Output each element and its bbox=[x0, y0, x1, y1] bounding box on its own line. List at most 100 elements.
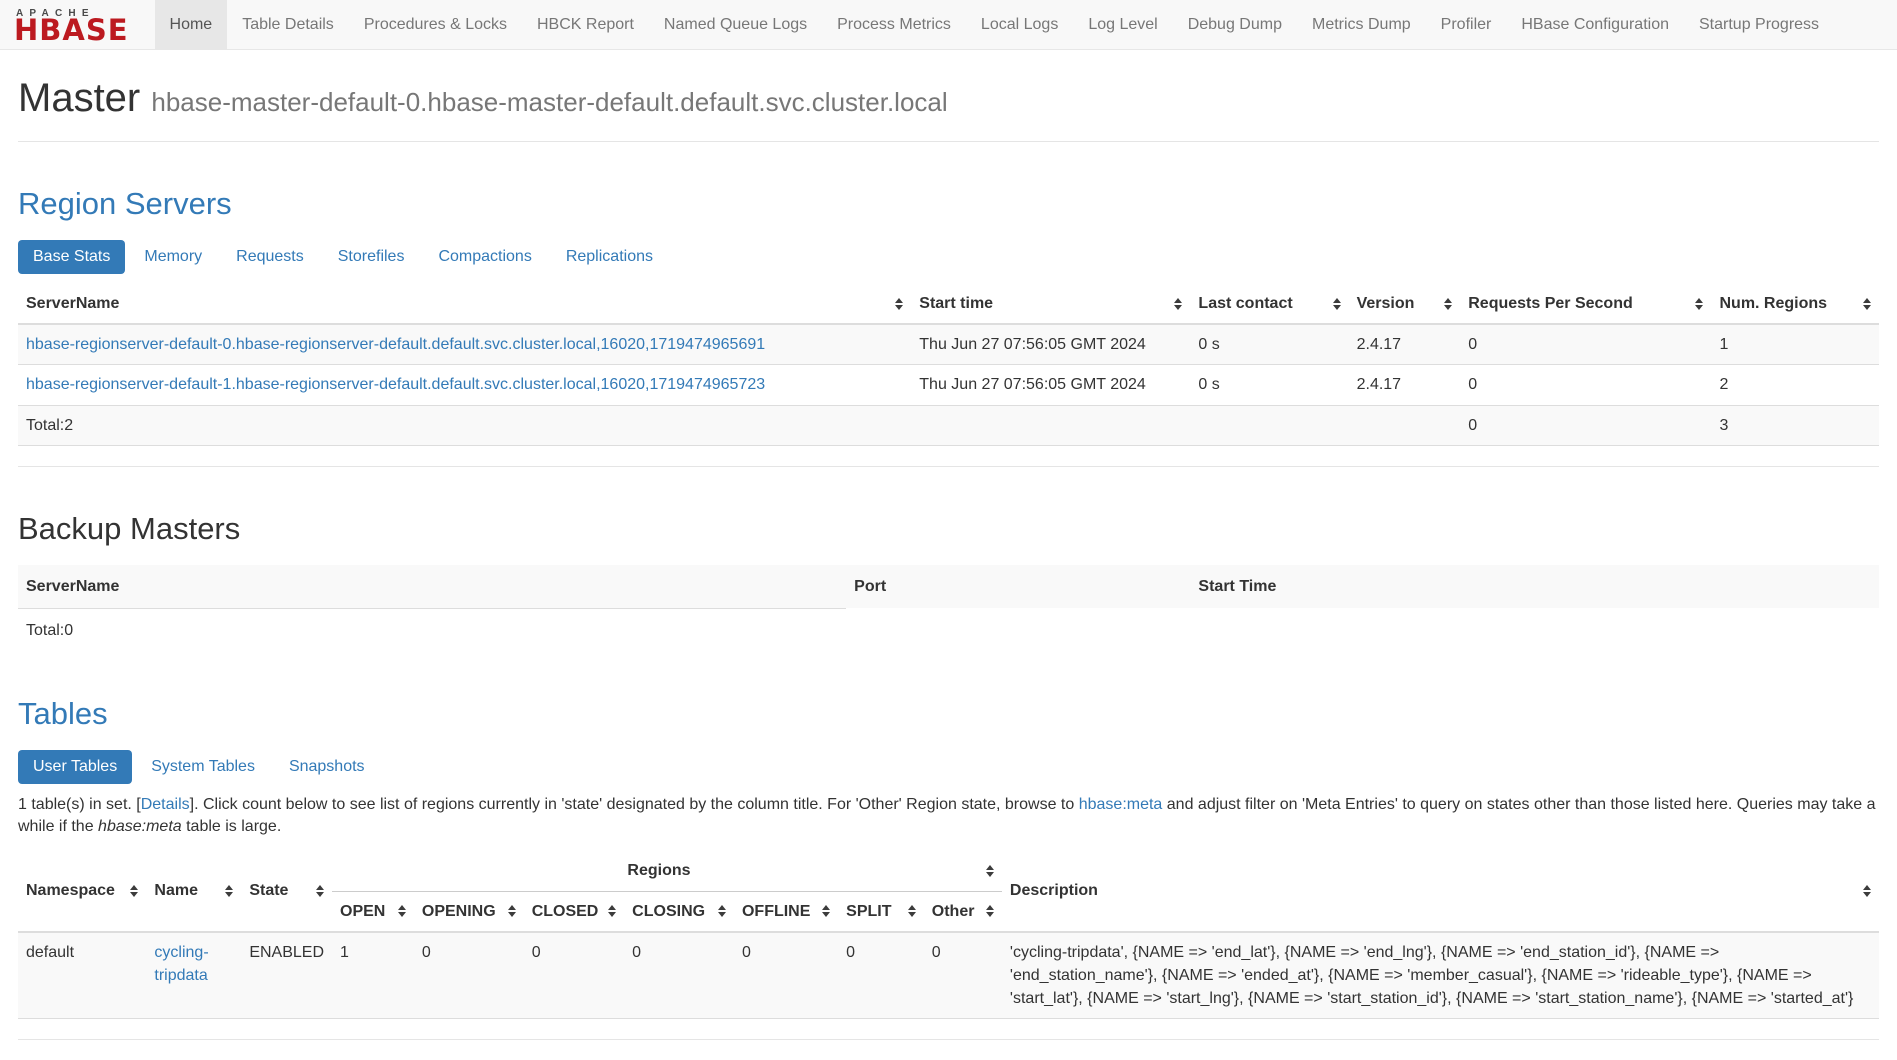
backup-masters-table: ServerName Port Start Time Total:0 bbox=[18, 565, 1879, 652]
tab-memory[interactable]: Memory bbox=[129, 240, 217, 274]
nav-item-home[interactable]: Home bbox=[155, 0, 228, 49]
nav-item-procedures-locks[interactable]: Procedures & Locks bbox=[349, 0, 522, 49]
namespace-cell: default bbox=[18, 932, 146, 1019]
nav-item-hbase-configuration[interactable]: HBase Configuration bbox=[1506, 0, 1684, 49]
tab-system-tables[interactable]: System Tables bbox=[136, 750, 270, 784]
sort-icon[interactable] bbox=[1863, 298, 1871, 310]
requests-per-second-cell: 0 bbox=[1460, 324, 1711, 365]
sort-icon[interactable] bbox=[986, 865, 994, 877]
start-time-cell: Thu Jun 27 07:56:05 GMT 2024 bbox=[911, 324, 1190, 365]
col-state[interactable]: State bbox=[241, 851, 332, 931]
sort-icon[interactable] bbox=[1333, 298, 1341, 310]
offline-count-cell: 0 bbox=[734, 932, 838, 1019]
col-requests-per-second[interactable]: Requests Per Second bbox=[1460, 284, 1711, 324]
table-row: hbase-regionserver-default-0.hbase-regio… bbox=[18, 324, 1879, 365]
servername-cell: hbase-regionserver-default-1.hbase-regio… bbox=[18, 365, 911, 405]
version-cell: 2.4.17 bbox=[1349, 365, 1461, 405]
requests-per-second-cell: 0 bbox=[1460, 365, 1711, 405]
open-count[interactable]: 1 bbox=[340, 944, 349, 961]
col-start-time[interactable]: Start time bbox=[911, 284, 1190, 324]
tab-compactions[interactable]: Compactions bbox=[423, 240, 546, 274]
col-name[interactable]: Name bbox=[146, 851, 241, 931]
regionserver-link[interactable]: hbase-regionserver-default-1.hbase-regio… bbox=[26, 376, 765, 393]
sort-icon[interactable] bbox=[1174, 298, 1182, 310]
col-description[interactable]: Description bbox=[1002, 851, 1879, 931]
user-tables-table: Namespace Name State Regions Description… bbox=[18, 851, 1879, 1019]
total-requests-per-second: 0 bbox=[1460, 405, 1711, 445]
sort-icon[interactable] bbox=[718, 905, 726, 917]
table-row: default cycling-tripdata ENABLED 1 0 0 0… bbox=[18, 932, 1879, 1019]
sort-icon[interactable] bbox=[508, 905, 516, 917]
hbase-meta-link[interactable]: hbase:meta bbox=[1079, 796, 1163, 813]
description-cell: 'cycling-tripdata', {NAME => 'end_lat'},… bbox=[1002, 932, 1879, 1019]
sort-icon[interactable] bbox=[608, 905, 616, 917]
version-cell: 2.4.17 bbox=[1349, 324, 1461, 365]
nav-item-process-metrics[interactable]: Process Metrics bbox=[822, 0, 966, 49]
sort-icon[interactable] bbox=[1863, 885, 1871, 897]
col-start-time: Start Time bbox=[1190, 565, 1879, 609]
tables-note: 1 table(s) in set. [Details]. Click coun… bbox=[18, 794, 1879, 837]
nav-item-profiler[interactable]: Profiler bbox=[1426, 0, 1507, 49]
start-time-cell: Thu Jun 27 07:56:05 GMT 2024 bbox=[911, 365, 1190, 405]
sort-icon[interactable] bbox=[895, 298, 903, 310]
col-servername: ServerName bbox=[18, 565, 846, 609]
region-servers-heading: Region Servers bbox=[18, 186, 1879, 222]
name-cell: cycling-tripdata bbox=[146, 932, 241, 1019]
nav-item-startup-progress[interactable]: Startup Progress bbox=[1684, 0, 1834, 49]
nav-item-table-details[interactable]: Table Details bbox=[227, 0, 349, 49]
master-title: Master bbox=[18, 76, 140, 120]
nav-item-log-level[interactable]: Log Level bbox=[1073, 0, 1172, 49]
regionserver-link[interactable]: hbase-regionserver-default-0.hbase-regio… bbox=[26, 336, 765, 353]
sort-icon[interactable] bbox=[316, 885, 324, 897]
table-row: hbase-regionserver-default-1.hbase-regio… bbox=[18, 365, 1879, 405]
col-regions-group[interactable]: Regions bbox=[332, 851, 1002, 891]
nav-item-debug-dump[interactable]: Debug Dump bbox=[1173, 0, 1297, 49]
col-other[interactable]: Other bbox=[924, 891, 1002, 932]
navbar-menu: Home Table Details Procedures & Locks HB… bbox=[155, 0, 1835, 49]
col-opening[interactable]: OPENING bbox=[414, 891, 524, 932]
tab-user-tables[interactable]: User Tables bbox=[18, 750, 132, 784]
col-version[interactable]: Version bbox=[1349, 284, 1461, 324]
col-namespace[interactable]: Namespace bbox=[18, 851, 146, 931]
col-closing[interactable]: CLOSING bbox=[624, 891, 734, 932]
details-link[interactable]: Details bbox=[141, 796, 190, 813]
tab-storefiles[interactable]: Storefiles bbox=[323, 240, 420, 274]
col-closed[interactable]: CLOSED bbox=[524, 891, 624, 932]
closing-count-cell: 0 bbox=[624, 932, 734, 1019]
total-row: Total:0 bbox=[18, 608, 1879, 652]
backup-masters-header-row: ServerName Port Start Time bbox=[18, 565, 1879, 609]
table-link[interactable]: cycling-tripdata bbox=[154, 944, 208, 984]
tab-requests[interactable]: Requests bbox=[221, 240, 319, 274]
region-servers-header-row: ServerName Start time Last contact Versi… bbox=[18, 284, 1879, 324]
user-tables-header-row: Namespace Name State Regions Description bbox=[18, 851, 1879, 891]
sort-icon[interactable] bbox=[986, 905, 994, 917]
tab-replications[interactable]: Replications bbox=[551, 240, 668, 274]
sort-icon[interactable] bbox=[398, 905, 406, 917]
total-label: Total:0 bbox=[18, 608, 846, 652]
master-hostname: hbase-master-default-0.hbase-master-defa… bbox=[151, 87, 947, 117]
nav-item-hbck-report[interactable]: HBCK Report bbox=[522, 0, 649, 49]
nav-item-local-logs[interactable]: Local Logs bbox=[966, 0, 1073, 49]
divider bbox=[18, 466, 1879, 467]
col-offline[interactable]: OFFLINE bbox=[734, 891, 838, 932]
total-num-regions: 3 bbox=[1711, 405, 1879, 445]
col-split[interactable]: SPLIT bbox=[838, 891, 924, 932]
sort-icon[interactable] bbox=[822, 905, 830, 917]
hbase-logo[interactable]: APACHE HBASE bbox=[8, 0, 141, 49]
other-count-cell: 0 bbox=[924, 932, 1002, 1019]
page-title: Master hbase-master-default-0.hbase-mast… bbox=[18, 76, 1879, 121]
sort-icon[interactable] bbox=[1695, 298, 1703, 310]
sort-icon[interactable] bbox=[908, 905, 916, 917]
split-count-cell: 0 bbox=[838, 932, 924, 1019]
col-num-regions[interactable]: Num. Regions bbox=[1711, 284, 1879, 324]
col-servername[interactable]: ServerName bbox=[18, 284, 911, 324]
sort-icon[interactable] bbox=[1444, 298, 1452, 310]
tab-base-stats[interactable]: Base Stats bbox=[18, 240, 125, 274]
nav-item-named-queue-logs[interactable]: Named Queue Logs bbox=[649, 0, 822, 49]
sort-icon[interactable] bbox=[225, 885, 233, 897]
nav-item-metrics-dump[interactable]: Metrics Dump bbox=[1297, 0, 1426, 49]
col-open[interactable]: OPEN bbox=[332, 891, 414, 932]
sort-icon[interactable] bbox=[130, 885, 138, 897]
tab-snapshots[interactable]: Snapshots bbox=[274, 750, 380, 784]
col-last-contact[interactable]: Last contact bbox=[1190, 284, 1348, 324]
